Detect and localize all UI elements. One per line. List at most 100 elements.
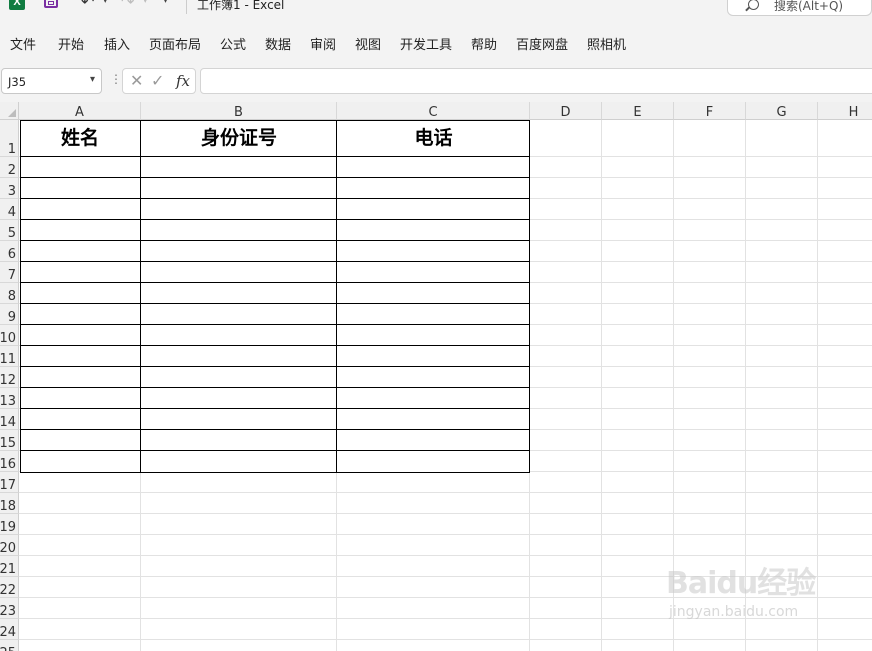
row-header-25[interactable]: 25: [0, 640, 19, 651]
header-cell-id-number[interactable]: 身份证号: [141, 120, 337, 157]
row-header-17[interactable]: 17: [0, 472, 19, 493]
ribbon-tabs: 文件 开始 插入 页面布局 公式 数据 审阅 视图 开发工具 帮助 百度网盘 照…: [0, 22, 872, 64]
header-cell-phone[interactable]: 电话: [337, 120, 530, 157]
row-header-1[interactable]: 1: [0, 120, 19, 157]
separator: [186, 0, 187, 14]
table-border: [20, 240, 530, 241]
row-header-2[interactable]: 2: [0, 157, 19, 178]
formula-bar: J35 ▾ ⋮ ✕ ✓ fx: [0, 64, 872, 102]
row-header-24[interactable]: 24: [0, 619, 19, 640]
row-number: 4: [7, 205, 16, 220]
row-number: 16: [0, 457, 16, 472]
table-border: [20, 219, 530, 220]
tab-home[interactable]: 开始: [58, 34, 84, 53]
undo-icon[interactable]: ↶: [81, 0, 94, 11]
row-number: 13: [0, 394, 16, 409]
row-number: 7: [7, 268, 16, 283]
header-cell-name[interactable]: 姓名: [19, 120, 141, 157]
tab-baidu-netdisk[interactable]: 百度网盘: [516, 34, 568, 53]
table-border: [20, 345, 530, 346]
cancel-icon[interactable]: ✕: [130, 71, 143, 90]
row-number: 23: [0, 604, 16, 619]
gridline: [19, 555, 872, 556]
row-header-23[interactable]: 23: [0, 598, 19, 619]
row-header-8[interactable]: 8: [0, 283, 19, 304]
search-box[interactable]: 搜索(Alt+Q): [727, 0, 872, 16]
row-header-14[interactable]: 14: [0, 409, 19, 430]
row-header-10[interactable]: 10: [0, 325, 19, 346]
column-header-c[interactable]: C: [337, 102, 530, 120]
column-header-a[interactable]: A: [19, 102, 141, 120]
row-number: 6: [7, 247, 16, 262]
row-header-7[interactable]: 7: [0, 262, 19, 283]
row-header-4[interactable]: 4: [0, 199, 19, 220]
tab-review[interactable]: 审阅: [310, 34, 336, 53]
gridline: [745, 120, 746, 651]
row-header-3[interactable]: 3: [0, 178, 19, 199]
row-header-22[interactable]: 22: [0, 577, 19, 598]
table-border: [140, 120, 141, 473]
tab-insert[interactable]: 插入: [104, 34, 130, 53]
row-header-18[interactable]: 18: [0, 493, 19, 514]
redo-icon[interactable]: ↷: [121, 0, 134, 11]
chevron-down-icon[interactable]: ▾: [90, 74, 95, 85]
table-border: [20, 324, 530, 325]
column-header-b[interactable]: B: [141, 102, 337, 120]
select-all-corner[interactable]: [0, 102, 19, 120]
table-border: [20, 450, 530, 451]
table-border: [20, 177, 530, 178]
row-header-6[interactable]: 6: [0, 241, 19, 262]
table-border: [20, 366, 530, 367]
drag-handle-icon[interactable]: ⋮: [110, 72, 122, 86]
tab-formulas[interactable]: 公式: [220, 34, 246, 53]
row-header-15[interactable]: 15: [0, 430, 19, 451]
row-number: 18: [0, 499, 16, 514]
row-header-21[interactable]: 21: [0, 556, 19, 577]
table-border: [20, 261, 530, 262]
name-box[interactable]: J35 ▾: [1, 68, 102, 94]
tab-file[interactable]: 文件: [10, 34, 36, 53]
tab-data[interactable]: 数据: [265, 34, 291, 53]
row-number: 21: [0, 562, 16, 577]
gridline: [19, 639, 872, 640]
row-number: 5: [7, 226, 16, 241]
row-header-12[interactable]: 12: [0, 367, 19, 388]
column-header-d[interactable]: D: [530, 102, 602, 120]
row-header-9[interactable]: 9: [0, 304, 19, 325]
column-header-g[interactable]: G: [746, 102, 818, 120]
name-box-value: J35: [8, 75, 27, 89]
column-header-e[interactable]: E: [602, 102, 674, 120]
column-header-f[interactable]: F: [674, 102, 746, 120]
row-header-5[interactable]: 5: [0, 220, 19, 241]
gridline: [601, 120, 602, 651]
bordered-table: [20, 120, 530, 473]
column-header-h[interactable]: H: [818, 102, 872, 120]
excel-app-icon: X: [9, 0, 25, 10]
enter-icon[interactable]: ✓: [151, 71, 164, 90]
undo-dropdown-icon[interactable]: ▾: [103, 0, 108, 6]
row-number: 25: [0, 646, 16, 651]
tab-developer[interactable]: 开发工具: [400, 34, 452, 53]
search-icon: [748, 0, 759, 10]
row-number: 9: [7, 310, 16, 325]
worksheet-grid[interactable]: ABCDEFGH 1 2 3 4 5 6 7 8 9 10 11 12 13 14 15 16 17 18 19 20…: [0, 102, 872, 651]
formula-input[interactable]: [200, 68, 872, 94]
title-bar: X ↶ ▾ ↷ ▾ ▾ 工作簿1 - Excel 搜索(Alt+Q): [0, 0, 872, 22]
fx-icon[interactable]: fx: [176, 72, 190, 90]
tab-help[interactable]: 帮助: [471, 34, 497, 53]
row-number: 17: [0, 478, 16, 493]
row-header-16[interactable]: 16: [0, 451, 19, 472]
tab-view[interactable]: 视图: [355, 34, 381, 53]
redo-dropdown-icon[interactable]: ▾: [143, 0, 148, 6]
row-number: 2: [7, 163, 16, 178]
table-border: [20, 198, 530, 199]
row-header-20[interactable]: 20: [0, 535, 19, 556]
row-header-19[interactable]: 19: [0, 514, 19, 535]
row-header-13[interactable]: 13: [0, 388, 19, 409]
customize-qat-icon[interactable]: ▾: [163, 0, 168, 6]
save-icon[interactable]: [44, 0, 58, 8]
row-header-11[interactable]: 11: [0, 346, 19, 367]
tab-page-layout[interactable]: 页面布局: [149, 34, 201, 53]
row-number: 20: [0, 541, 16, 556]
tab-camera[interactable]: 照相机: [587, 34, 626, 53]
